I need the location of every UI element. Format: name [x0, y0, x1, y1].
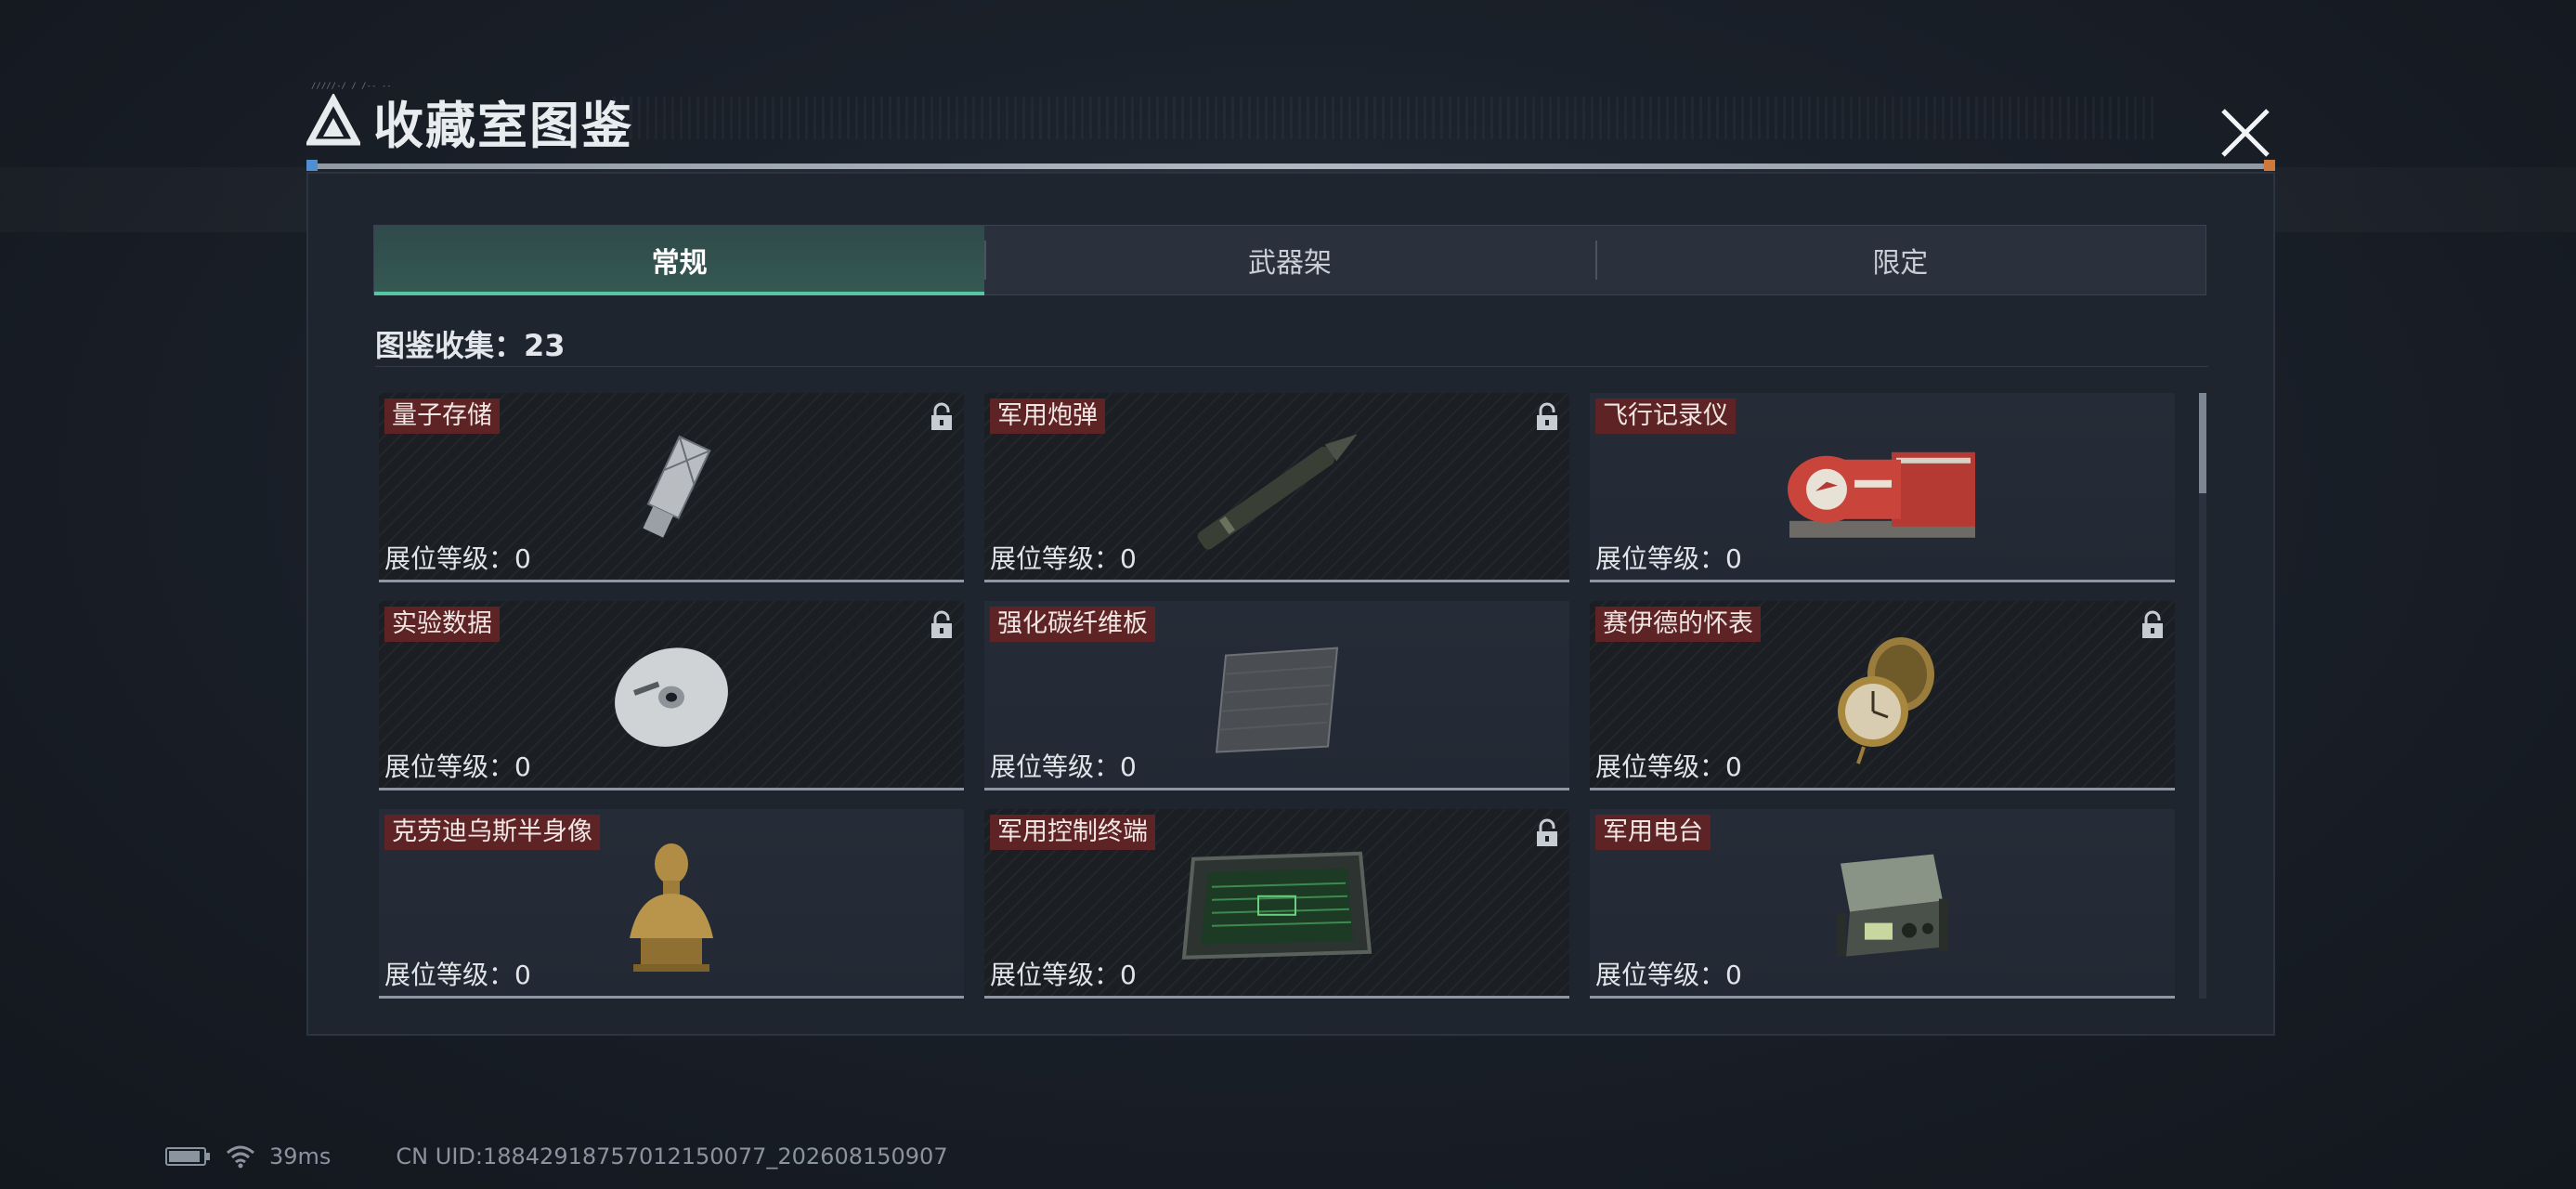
- header-divider-left-mark: [306, 160, 318, 171]
- flight-recorder-icon: [1771, 424, 1994, 554]
- display-level: 展位等级：0: [384, 751, 531, 782]
- item-card-military-shell[interactable]: 军用炮弹 展位等级：0: [984, 393, 1569, 582]
- ping-value: 39ms: [269, 1143, 332, 1169]
- scrollbar-thumb[interactable]: [2199, 393, 2206, 493]
- close-icon: [2221, 109, 2270, 157]
- usb-drive-icon: [616, 428, 727, 549]
- item-name: 强化碳纤维板: [990, 607, 1155, 642]
- collection-logo-icon: [306, 94, 360, 146]
- item-name: 赛伊德的怀表: [1595, 607, 1761, 642]
- item-card-claudius-bust[interactable]: 克劳迪乌斯半身像 展位等级：0: [379, 809, 964, 999]
- item-name: 军用电台: [1595, 815, 1711, 850]
- control-terminal-icon: [1175, 840, 1379, 970]
- item-card-military-radio[interactable]: 军用电台 展位等级：0: [1590, 809, 2175, 999]
- bust-icon: [620, 836, 722, 975]
- item-card-military-control-terminal[interactable]: 军用控制终端 展位等级：0: [984, 809, 1569, 999]
- header: 收藏室图鉴: [306, 88, 633, 155]
- collection-panel: 常规 武器架 限定 图鉴收集：23 量子存储 展位等级：0 军用炮弹 展位等级：…: [306, 172, 2275, 1036]
- item-name: 军用炮弹: [990, 399, 1105, 434]
- lock-icon: [931, 402, 952, 430]
- item-name: 克劳迪乌斯半身像: [384, 815, 600, 850]
- header-divider: [306, 163, 2275, 169]
- military-radio-icon: [1813, 844, 1952, 965]
- item-card-flight-recorder[interactable]: 飞行记录仪 展位等级：0: [1590, 393, 2175, 582]
- carbon-plate-icon: [1207, 636, 1347, 757]
- grid-scrollbar[interactable]: [2199, 393, 2206, 999]
- item-name: 飞行记录仪: [1595, 399, 1736, 434]
- item-card-pocket-watch[interactable]: 赛伊德的怀表 展位等级：0: [1590, 601, 2175, 790]
- display-level: 展位等级：0: [1595, 751, 1742, 782]
- close-button[interactable]: [2210, 98, 2281, 168]
- header-hatch-decoration: [613, 97, 2154, 139]
- lock-icon: [2142, 610, 2163, 638]
- lock-icon: [1537, 402, 1557, 430]
- collection-divider: [375, 366, 2208, 367]
- item-card-quantum-storage[interactable]: 量子存储 展位等级：0: [379, 393, 964, 582]
- tab-regular[interactable]: 常规: [374, 226, 985, 295]
- item-name: 实验数据: [384, 607, 500, 642]
- category-tabs: 常规 武器架 限定: [373, 225, 2206, 295]
- lock-icon: [931, 610, 952, 638]
- item-name: 量子存储: [384, 399, 500, 434]
- item-card-experiment-data[interactable]: 实验数据 展位等级：0: [379, 601, 964, 790]
- item-card-carbon-fiber-plate[interactable]: 强化碳纤维板 展位等级：0: [984, 601, 1569, 790]
- item-name: 军用控制终端: [990, 815, 1155, 850]
- battery-icon: [165, 1147, 210, 1166]
- lock-icon: [1537, 818, 1557, 846]
- header-divider-right-mark: [2264, 160, 2275, 171]
- display-level: 展位等级：0: [384, 543, 531, 574]
- display-level: 展位等级：0: [384, 960, 531, 990]
- collection-count: 图鉴收集：23: [375, 328, 566, 363]
- display-level: 展位等级：0: [990, 960, 1137, 990]
- wifi-icon: [227, 1145, 254, 1169]
- artillery-shell-icon: [1175, 424, 1379, 554]
- display-level: 展位等级：0: [1595, 543, 1742, 574]
- status-bar: 39ms CN UID:18842918757012150077_2026081…: [165, 1141, 948, 1172]
- display-level: 展位等级：0: [990, 751, 1137, 782]
- tab-limited[interactable]: 限定: [1594, 226, 2205, 294]
- pocket-watch-icon: [1817, 628, 1947, 767]
- item-grid: 量子存储 展位等级：0 军用炮弹 展位等级：0 飞行记录仪 展位等级：0 实验数…: [379, 393, 2192, 999]
- tab-weapon-rack[interactable]: 武器架: [984, 226, 1594, 294]
- page-title: 收藏室图鉴: [373, 96, 633, 155]
- disc-icon: [606, 636, 736, 757]
- display-level: 展位等级：0: [990, 543, 1137, 574]
- display-level: 展位等级：0: [1595, 960, 1742, 990]
- user-uid: CN UID:18842918757012150077_202608150907: [396, 1143, 948, 1169]
